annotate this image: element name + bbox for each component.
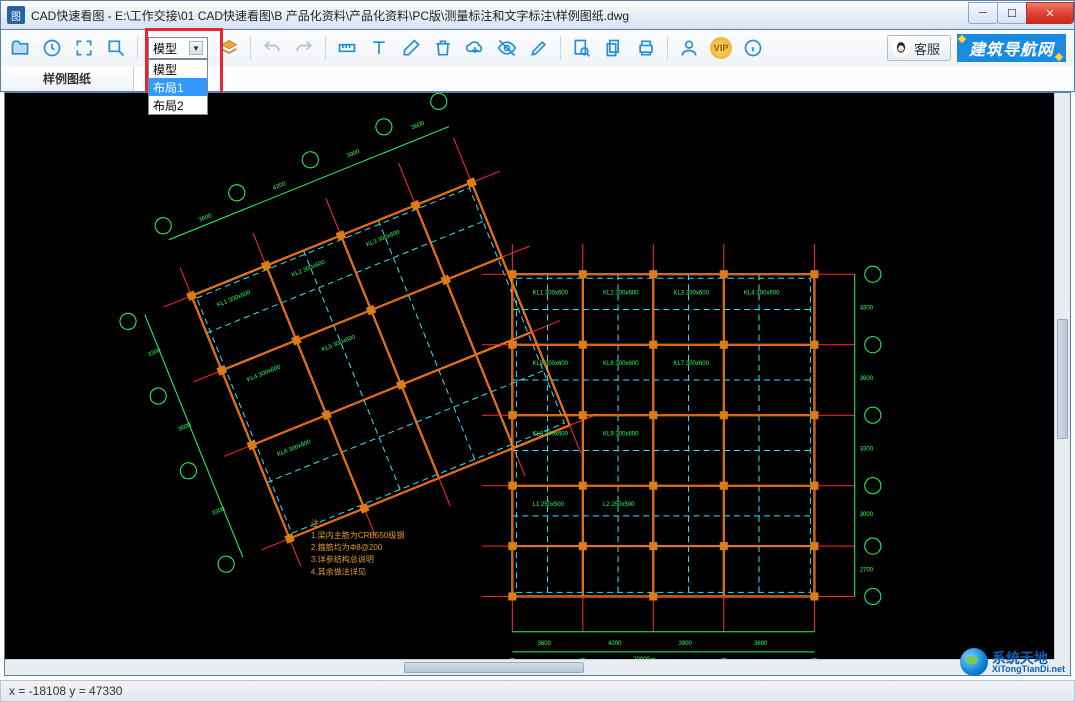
fullscreen-icon[interactable] [73, 37, 95, 59]
nav-label: 建筑导航网 [969, 36, 1054, 60]
svg-text:3000: 3000 [860, 512, 874, 518]
layout-dropdown[interactable]: 模型 ▼ [148, 37, 208, 59]
svg-text:4.其余做法详见: 4.其余做法详见 [311, 566, 366, 576]
svg-text:2700: 2700 [860, 567, 874, 573]
separator [250, 36, 251, 60]
find-text-icon[interactable] [571, 37, 593, 59]
separator [560, 36, 561, 60]
cloud-download-icon[interactable] [464, 37, 486, 59]
status-bar: x = -18108 y = 47330 [0, 680, 1075, 702]
vip-badge[interactable]: VIP [710, 37, 732, 59]
svg-text:注：: 注： [311, 518, 327, 528]
eraser-icon[interactable] [400, 37, 422, 59]
svg-text:KL3 300x600: KL3 300x600 [673, 290, 709, 296]
scroll-thumb[interactable] [404, 662, 584, 673]
info-icon[interactable] [742, 37, 764, 59]
svg-text:3.详参结构总说明: 3.详参结构总说明 [311, 554, 374, 564]
separator [137, 36, 138, 60]
svg-text:KL9 300x600: KL9 300x600 [603, 431, 639, 437]
svg-text:KL1 300x600: KL1 300x600 [532, 290, 568, 296]
svg-text:3600: 3600 [860, 376, 874, 382]
svg-text:3300: 3300 [860, 446, 874, 452]
nav-site-button[interactable]: 建筑导航网 [957, 34, 1066, 62]
toolbar: 模型 ▼ 模型 布局1 布局2 VIP 客服 建筑导航网 [0, 30, 1075, 66]
kefu-label: 客服 [914, 39, 940, 58]
chevron-down-icon: ▼ [189, 41, 203, 55]
svg-text:L1 250x500: L1 250x500 [532, 502, 564, 508]
cad-drawing: KL1 300x600 KL2 300x600 KL3 300x600 KL4 30… [5, 93, 1070, 675]
svg-text:KL6 300x600: KL6 300x600 [603, 361, 639, 367]
maximize-button[interactable]: ☐ [997, 2, 1027, 24]
svg-text:L2 250x500: L2 250x500 [603, 502, 635, 508]
title-bar: 图 CAD快速看图 - E:\工作交接\01 CAD快速看图\B 产品化资料\产… [0, 0, 1075, 30]
svg-text:KL5 300x600: KL5 300x600 [532, 361, 568, 367]
watermark-url: XiTongTianDi.net [992, 665, 1065, 674]
window-controls: ─ ☐ ✕ [969, 2, 1074, 24]
ruler-icon[interactable] [336, 37, 358, 59]
zoom-area-icon[interactable] [105, 37, 127, 59]
coordinates-readout: x = -18108 y = 47330 [9, 684, 122, 698]
watermark-title: 系统天地 [992, 651, 1065, 665]
copy-doc-icon[interactable] [603, 37, 625, 59]
separator [325, 36, 326, 60]
drawing-canvas[interactable]: KL1 300x600 KL2 300x600 KL3 300x600 KL4 30… [4, 92, 1071, 676]
scroll-thumb[interactable] [1057, 319, 1068, 439]
app-icon: 图 [7, 6, 25, 24]
vertical-scrollbar[interactable] [1054, 93, 1070, 659]
pen-icon[interactable] [528, 37, 550, 59]
dropdown-item-layout1[interactable]: 布局1 [149, 78, 207, 96]
user-icon[interactable] [678, 37, 700, 59]
svg-text:3900: 3900 [678, 641, 692, 647]
layers-icon[interactable] [218, 37, 240, 59]
close-button[interactable]: ✕ [1026, 2, 1074, 24]
layout-dropdown-list: 模型 布局1 布局2 [148, 59, 208, 115]
qq-icon [892, 39, 910, 57]
trash-icon[interactable] [432, 37, 454, 59]
dropdown-selected: 模型 [153, 40, 177, 57]
watermark: 系统天地 XiTongTianDi.net [960, 648, 1065, 676]
svg-text:KL7 300x600: KL7 300x600 [673, 361, 709, 367]
svg-text:1.梁内主筋为CRB550级钢: 1.梁内主筋为CRB550级钢 [311, 530, 404, 540]
clock-icon[interactable] [41, 37, 63, 59]
svg-text:2.箍筋均为Φ8@200: 2.箍筋均为Φ8@200 [311, 542, 383, 552]
dropdown-item-layout2[interactable]: 布局2 [149, 96, 207, 114]
undo-icon[interactable] [261, 37, 283, 59]
globe-icon [960, 648, 988, 676]
svg-text:3300: 3300 [860, 305, 874, 311]
layout-dropdown-wrap: 模型 ▼ 模型 布局1 布局2 [148, 37, 208, 59]
text-icon[interactable] [368, 37, 390, 59]
horizontal-scrollbar[interactable] [5, 659, 1054, 675]
toolbar-right: 客服 建筑导航网 [887, 34, 1066, 62]
eye-off-icon[interactable] [496, 37, 518, 59]
svg-text:3600: 3600 [538, 641, 552, 647]
dropdown-item-model[interactable]: 模型 [149, 60, 207, 78]
window-title: CAD快速看图 - E:\工作交接\01 CAD快速看图\B 产品化资料\产品化… [31, 7, 969, 24]
tab-label: 样例图纸 [43, 70, 91, 87]
svg-text:4200: 4200 [608, 641, 622, 647]
printer-icon[interactable] [635, 37, 657, 59]
tab-drawing[interactable]: 样例图纸 [1, 66, 134, 91]
svg-text:3600: 3600 [754, 641, 768, 647]
redo-icon[interactable] [293, 37, 315, 59]
customer-service-button[interactable]: 客服 [887, 35, 951, 61]
minimize-button[interactable]: ─ [968, 2, 998, 24]
svg-text:KL8 300x600: KL8 300x600 [532, 431, 568, 437]
svg-text:KL2 300x600: KL2 300x600 [603, 290, 639, 296]
separator [667, 36, 668, 60]
svg-text:KL4 300x600: KL4 300x600 [744, 290, 780, 296]
open-folder-icon[interactable] [9, 37, 31, 59]
